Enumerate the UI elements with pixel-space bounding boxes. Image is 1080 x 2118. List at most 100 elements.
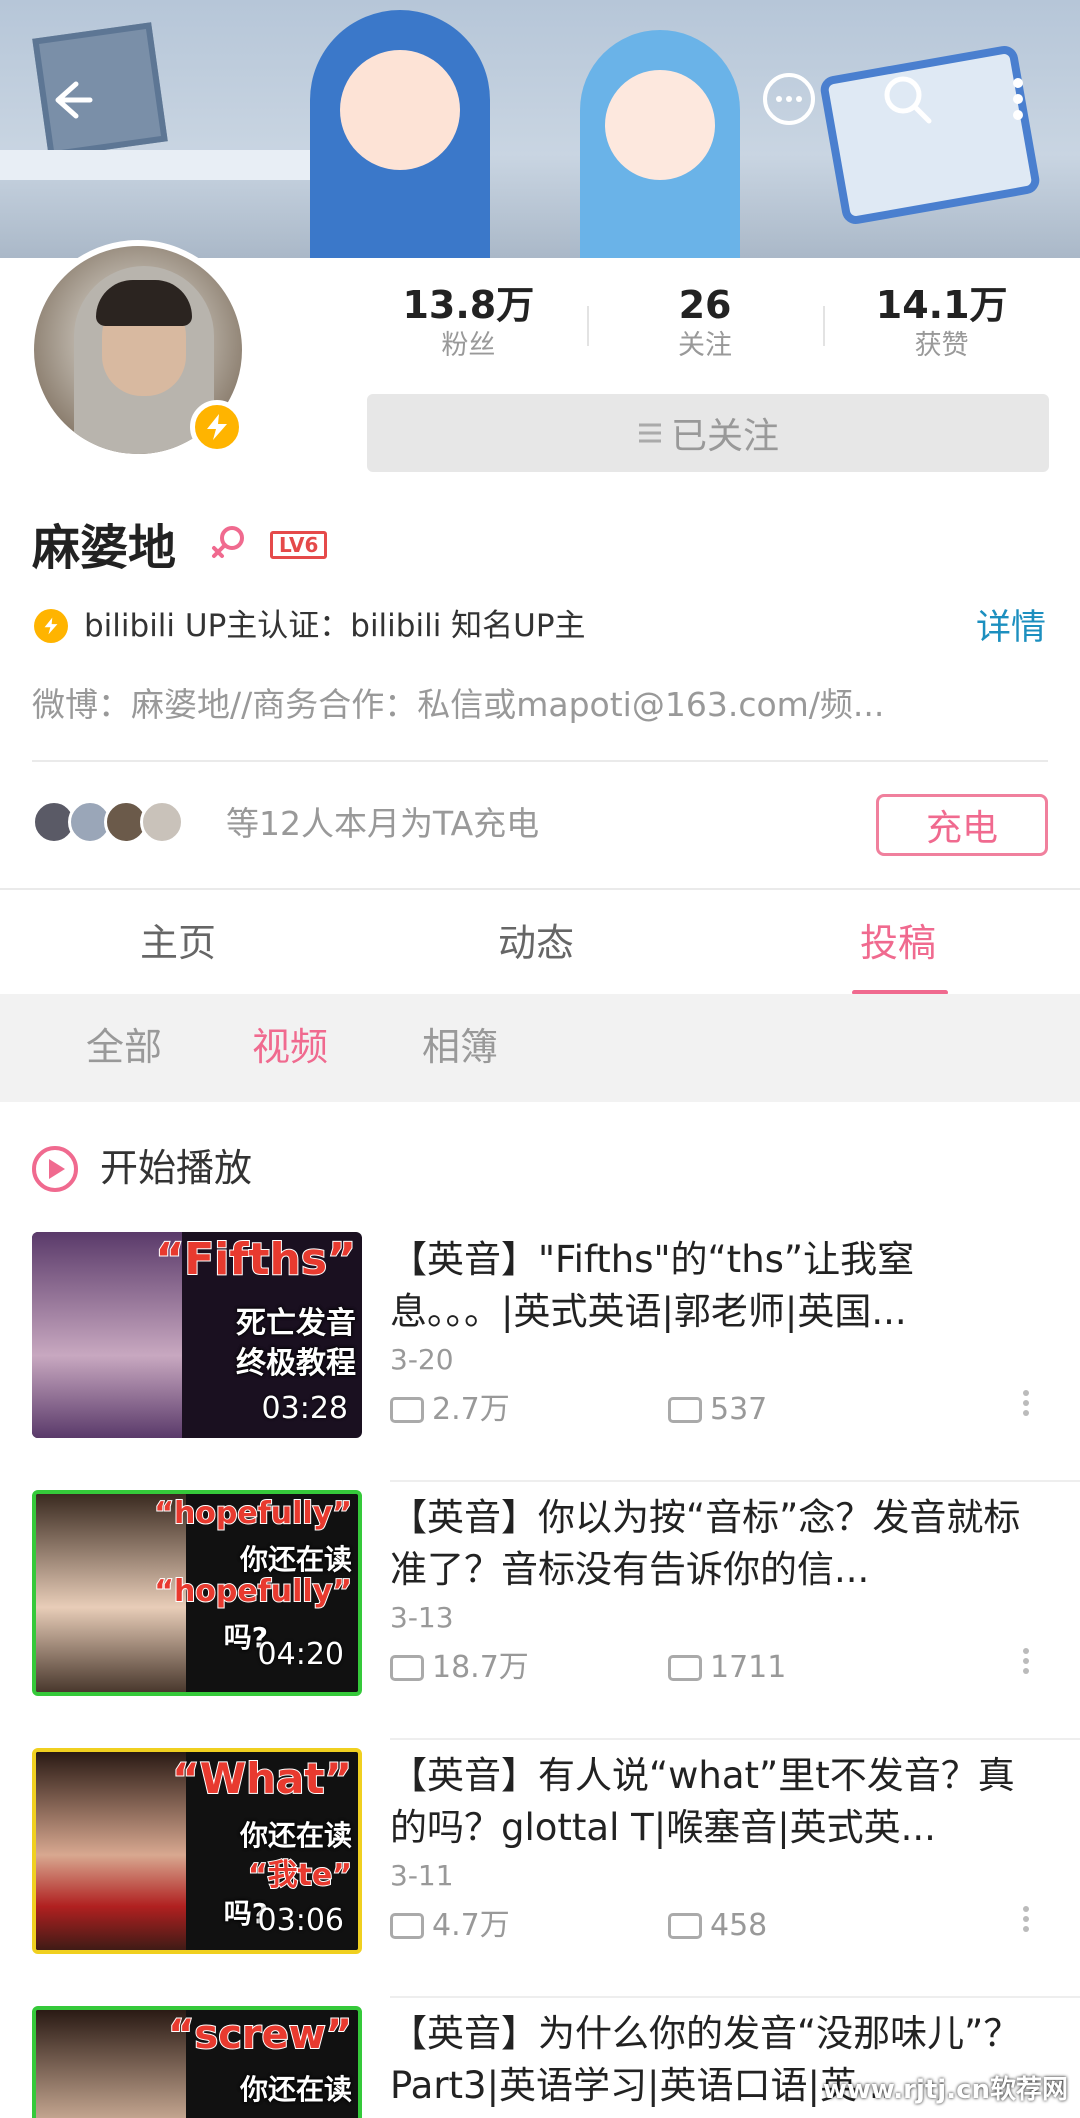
banner-art-face-2 — [605, 70, 715, 180]
stats-bar: 13.8万 粉丝 26 关注 14.1万 获赞 — [350, 282, 1060, 364]
stat-label: 粉丝 — [441, 330, 496, 361]
video-duration: 03:06 — [257, 1903, 344, 1938]
video-danmaku: 537 — [668, 1390, 767, 1430]
play-count-icon — [390, 1655, 424, 1681]
video-danmaku: 1711 — [668, 1648, 786, 1688]
charge-button[interactable]: 充电 — [876, 794, 1048, 856]
thumb-text: 死亡发音 — [236, 1306, 356, 1341]
thumb-text: “hopefully” — [153, 1573, 353, 1610]
cert-lightning-icon — [34, 609, 68, 643]
video-item[interactable]: “What” 你还在读 “我te” 吗? 03:06 【英音】有人说“what”… — [0, 1748, 1080, 2006]
banner-art-face-1 — [340, 50, 460, 170]
video-plays: 2.7万 — [390, 1390, 510, 1430]
thumb-headline: “Fifths” — [154, 1233, 357, 1286]
thumb-face — [36, 2010, 186, 2118]
subtab-videos[interactable]: 视频 — [252, 1024, 328, 1070]
video-thumbnail[interactable]: “screw” 你还在读 — [32, 2006, 362, 2118]
subtab-albums[interactable]: 相簿 — [422, 1024, 498, 1070]
divider — [32, 760, 1048, 762]
more-vertical-icon — [1013, 78, 1023, 120]
video-plays: 18.7万 — [390, 1648, 529, 1688]
stat-value: 13.8万 — [402, 283, 535, 327]
arrow-left-icon — [55, 81, 93, 119]
video-title[interactable]: 【英音】有人说“what”里t不发音？真的吗？glottal T|喉塞音|英式英… — [390, 1750, 1030, 1854]
banner-art-shelf — [0, 150, 320, 180]
thumb-text: 你还在读 — [239, 1819, 352, 1852]
stat-following[interactable]: 26 关注 — [586, 282, 824, 364]
video-danmaku: 458 — [668, 1906, 767, 1946]
back-button[interactable] — [40, 70, 100, 130]
danmaku-count: 1711 — [710, 1650, 787, 1685]
video-item[interactable]: “Fifths” 死亡发音 终极教程 03:28 【英音】"Fifths"的“t… — [0, 1232, 1080, 1490]
thumb-text: 终极教程 — [236, 1346, 356, 1381]
danmaku-count: 458 — [710, 1908, 768, 1943]
tab-home[interactable]: 主页 — [140, 920, 216, 966]
danmaku-icon — [668, 1397, 702, 1423]
charger-avatar — [140, 800, 184, 844]
watermark: www.rjtj.cn软荐网 — [822, 2075, 1068, 2105]
video-title[interactable]: 【英音】你以为按“音标”念？发音就标准了？音标没有告诉你的信... — [390, 1492, 1030, 1596]
tab-uploads[interactable]: 投稿 — [860, 920, 936, 966]
video-date: 3-13 — [390, 1601, 454, 1634]
danmaku-icon — [668, 1655, 702, 1681]
video-more-button[interactable] — [1020, 1902, 1032, 1942]
user-name: 麻婆地 — [32, 520, 177, 576]
stat-value: 26 — [678, 283, 732, 327]
profile-tabs: 主页 动态 投稿 — [0, 890, 1080, 994]
video-more-button[interactable] — [1020, 1386, 1032, 1426]
video-more-button[interactable] — [1020, 1644, 1032, 1684]
divider — [390, 1738, 1080, 1740]
verified-badge — [190, 400, 244, 454]
video-thumbnail[interactable]: “hopefully” 你还在读 “hopefully” 吗? 04:20 — [32, 1490, 362, 1696]
video-duration: 03:28 — [261, 1391, 348, 1426]
play-count-icon — [390, 1913, 424, 1939]
video-thumbnail[interactable]: “Fifths” 死亡发音 终极教程 03:28 — [32, 1232, 362, 1438]
search-button[interactable] — [874, 66, 940, 132]
chat-bubble-icon — [763, 73, 815, 125]
stat-label: 获赞 — [914, 330, 969, 361]
more-button[interactable] — [998, 66, 1038, 132]
thumb-headline: “screw” — [167, 2011, 353, 2059]
upload-subtabs: 全部 视频 相簿 — [0, 994, 1080, 1102]
thumb-face — [36, 1752, 186, 1950]
level-badge: LV6 — [270, 531, 328, 559]
stat-value: 14.1万 — [875, 283, 1008, 327]
divider — [390, 1996, 1080, 1998]
avatar-hair — [96, 280, 192, 326]
stat-likes[interactable]: 14.1万 获赞 — [823, 282, 1060, 364]
video-duration: 04:20 — [257, 1637, 344, 1672]
stat-fans[interactable]: 13.8万 粉丝 — [350, 282, 587, 364]
video-item[interactable]: “hopefully” 你还在读 “hopefully” 吗? 04:20 【英… — [0, 1490, 1080, 1748]
play-count: 4.7万 — [432, 1908, 510, 1943]
search-icon — [884, 76, 932, 124]
play-count: 2.7万 — [432, 1392, 510, 1427]
thumb-text: “我te” — [247, 1857, 353, 1894]
danmaku-icon — [668, 1913, 702, 1939]
stat-label: 关注 — [678, 330, 732, 361]
tab-dynamics[interactable]: 动态 — [498, 920, 574, 966]
detail-link[interactable]: 详情 — [976, 604, 1046, 652]
subtab-all[interactable]: 全部 — [86, 1024, 162, 1070]
play-all-button[interactable]: 开始播放 — [100, 1142, 252, 1194]
message-button[interactable] — [756, 66, 822, 132]
video-date: 3-20 — [390, 1343, 454, 1376]
certification-text: bilibili UP主认证：bilibili 知名UP主 — [84, 608, 586, 644]
lightning-icon — [207, 414, 227, 440]
bio-text[interactable]: 微博：麻婆地//商务合作：私信或mapoti@163.com/频... — [32, 682, 1042, 728]
video-plays: 4.7万 — [390, 1906, 510, 1946]
charger-avatars[interactable] — [32, 800, 184, 844]
thumb-text: 你还在读 — [239, 1543, 352, 1576]
play-circle-icon[interactable] — [32, 1146, 78, 1192]
video-thumbnail[interactable]: “What” 你还在读 “我te” 吗? 03:06 — [32, 1748, 362, 1954]
follow-button[interactable]: 已关注 — [367, 394, 1049, 472]
video-title[interactable]: 【英音】"Fifths"的“ths”让我窒息。。。|英式英语|郭老师|英国... — [390, 1234, 1030, 1338]
thumb-headline: “What” — [171, 1753, 353, 1804]
charge-text: 等12人本月为TA充电 — [226, 804, 540, 843]
play-count-icon — [390, 1397, 424, 1423]
play-count: 18.7万 — [432, 1650, 529, 1685]
thumb-text: 你还在读 — [239, 2073, 352, 2106]
video-date: 3-11 — [390, 1859, 454, 1892]
divider — [390, 1480, 1080, 1482]
follow-label: 已关注 — [670, 416, 779, 457]
danmaku-count: 537 — [710, 1392, 768, 1427]
